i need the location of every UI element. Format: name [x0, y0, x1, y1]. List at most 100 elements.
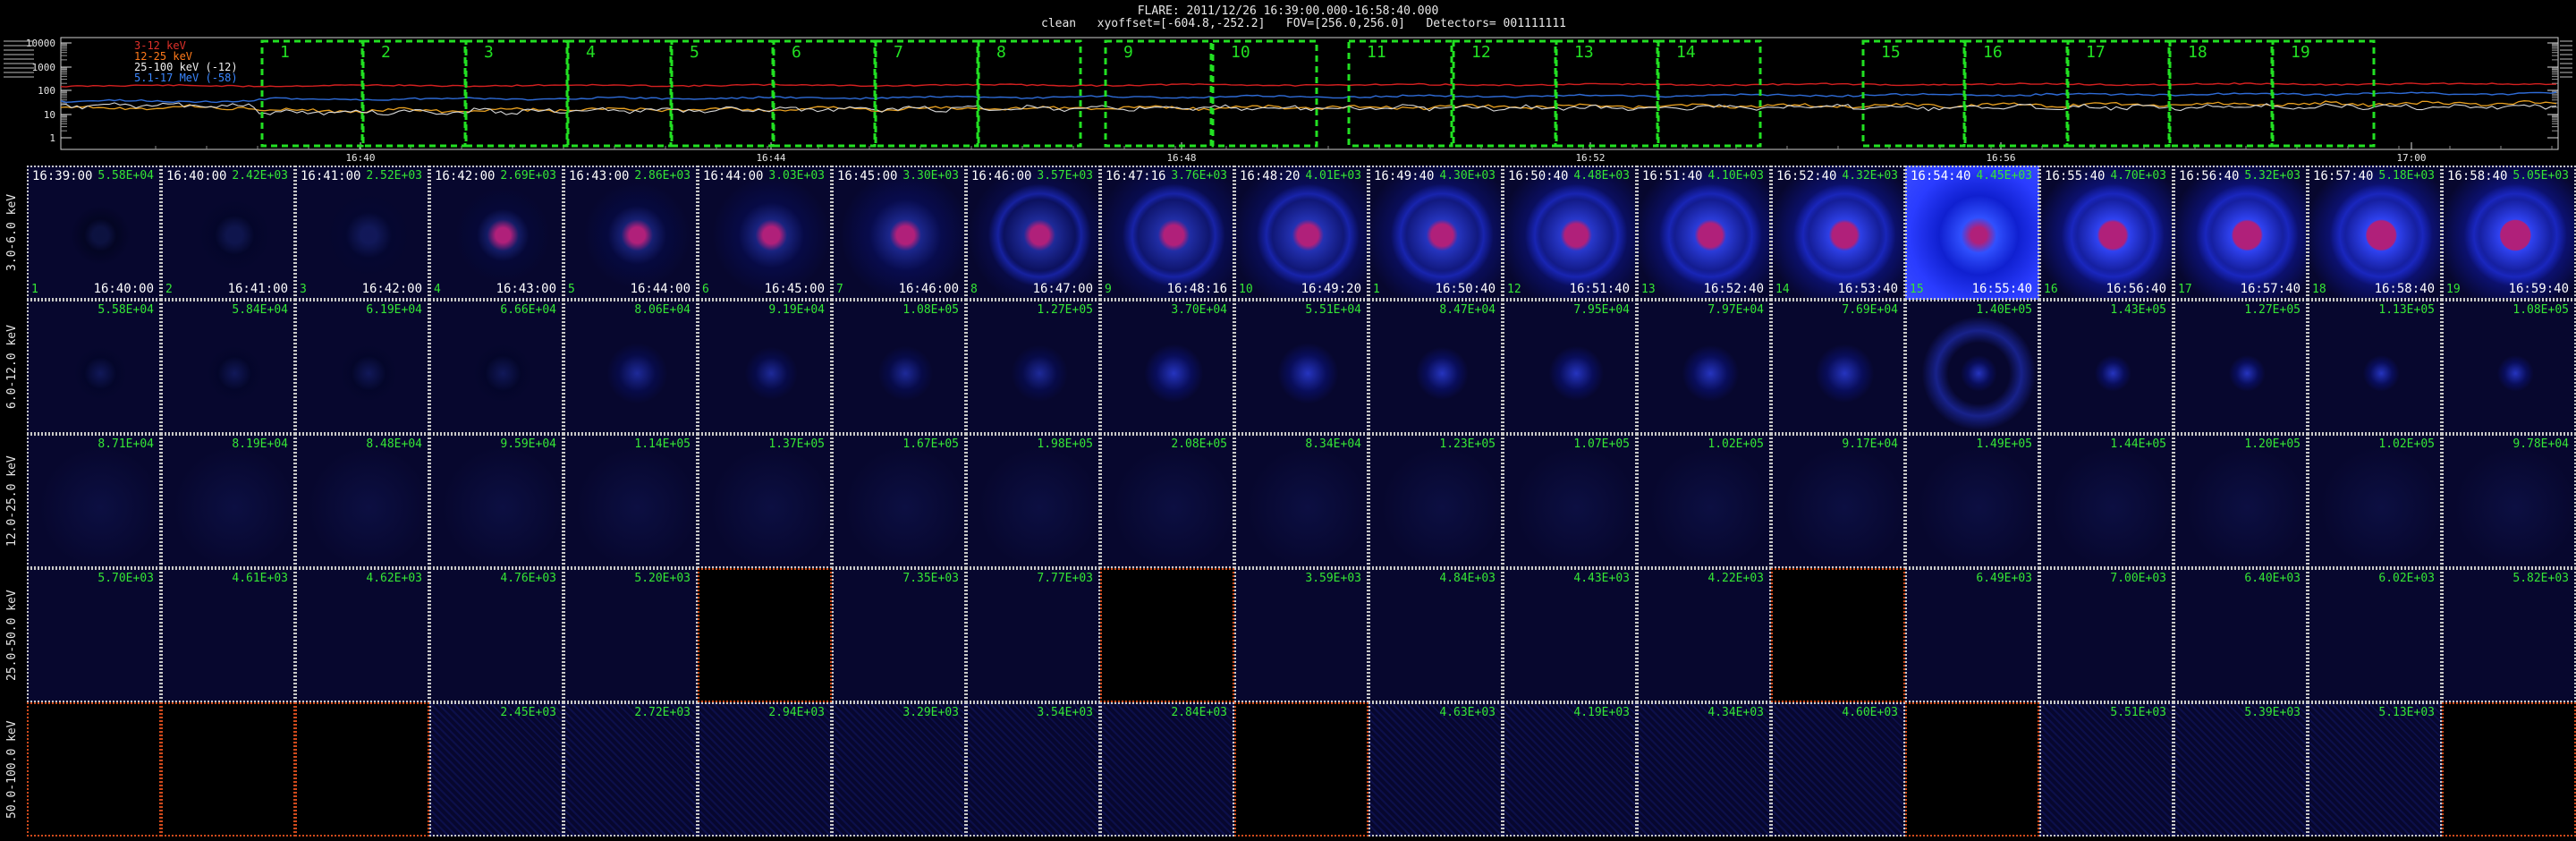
image-panel: 6.19E+04 — [295, 300, 429, 434]
panel-flux-label: 1.08E+05 — [2512, 303, 2569, 317]
panel-flux-label: 4.70E+03 — [2110, 169, 2166, 183]
panel-flux-label: 2.72E+03 — [634, 706, 691, 719]
image-panel: 1.49E+05 — [1905, 434, 2039, 568]
time-interval-box — [1104, 39, 1213, 148]
time-interval-label: 17 — [2086, 43, 2106, 62]
panel-flux-label: 4.34E+03 — [1707, 706, 1764, 719]
panel-end-time: 16:41:00 — [227, 282, 288, 296]
panel-flux-label: 4.60E+03 — [1842, 706, 1898, 719]
panel-flux-label: 6.40E+03 — [2244, 572, 2301, 585]
panel-flux-label: 8.34E+04 — [1305, 437, 1361, 451]
panel-flux-label: 3.70E+04 — [1171, 303, 1227, 317]
image-panel: 4.70E+03 16:55:40 16:56:40 16 — [2039, 166, 2174, 300]
time-interval-label: 18 — [2188, 43, 2207, 62]
image-panel: 4.62E+03 — [295, 568, 429, 702]
panel-flux-label: 6.49E+03 — [1976, 572, 2032, 585]
panel-flux-label: 1.02E+05 — [1707, 437, 1764, 451]
image-panel: 6.49E+03 — [1905, 568, 2039, 702]
image-panel: 6.02E+03 — [2308, 568, 2442, 702]
panel-flux-label: 2.94E+03 — [768, 706, 825, 719]
panel-flux-label: 1.44E+05 — [2110, 437, 2166, 451]
image-panel: 3.29E+03 — [832, 702, 966, 837]
image-panel: 5.51E+04 — [1234, 300, 1368, 434]
panel-flux-label: 4.01E+03 — [1305, 169, 1361, 183]
image-panel — [295, 702, 429, 837]
image-panel: 1.37E+05 — [698, 434, 832, 568]
panel-flux-label: 3.59E+03 — [1305, 572, 1361, 585]
image-panel: 4.32E+03 16:52:40 16:53:40 14 — [1771, 166, 1905, 300]
image-panel: 1.13E+05 — [2308, 300, 2442, 434]
x-tick-label: 16:56 — [1986, 152, 2015, 164]
panel-start-time: 16:56:40 — [2179, 169, 2240, 183]
panel-index: 1 — [1373, 283, 1380, 296]
panel-index: 5 — [568, 283, 575, 296]
panel-flux-label: 7.95E+04 — [1573, 303, 1630, 317]
time-interval-label: 4 — [586, 43, 596, 62]
panel-end-time: 16:52:40 — [1703, 282, 1764, 296]
panel-flux-label: 4.43E+03 — [1573, 572, 1630, 585]
image-panel: 4.30E+03 16:49:40 16:50:40 1 — [1368, 166, 1503, 300]
image-panel: 4.01E+03 16:48:20 16:49:20 10 — [1234, 166, 1368, 300]
panel-start-time: 16:47:16 — [1106, 169, 1166, 183]
panel-index: 14 — [1775, 283, 1790, 296]
image-panel: 1.14E+05 — [564, 434, 698, 568]
panel-flux-label: 9.59E+04 — [500, 437, 556, 451]
panel-start-time: 16:58:40 — [2447, 169, 2508, 183]
imaging-parameters: clean xyoffset=[-604.8,-252.2] FOV=[256.… — [1041, 17, 1566, 30]
image-panel: 8.34E+04 — [1234, 434, 1368, 568]
image-panel: 4.43E+03 — [1503, 568, 1637, 702]
image-panel: 3.59E+03 — [1234, 568, 1368, 702]
image-panel: 5.13E+03 — [2308, 702, 2442, 837]
panel-flux-label: 4.30E+03 — [1439, 169, 1496, 183]
panel-start-time: 16:57:40 — [2313, 169, 2374, 183]
panel-flux-label: 7.77E+03 — [1037, 572, 1093, 585]
panel-flux-label: 1.07E+05 — [1573, 437, 1630, 451]
panel-end-time: 16:55:40 — [1971, 282, 2032, 296]
image-panel — [1905, 702, 2039, 837]
energy-band-label: 50.0-100.0 keV — [5, 720, 19, 819]
image-panel: 1.02E+05 — [2308, 434, 2442, 568]
panel-flux-label: 3.57E+03 — [1037, 169, 1093, 183]
image-panel: 2.45E+03 — [429, 702, 564, 837]
image-panel: 4.34E+03 — [1637, 702, 1771, 837]
plot-header: FLARE: 2011/12/26 16:39:00.000-16:58:40.… — [0, 0, 2576, 30]
image-panel: 1.20E+05 — [2174, 434, 2308, 568]
image-panel: 1.23E+05 — [1368, 434, 1503, 568]
time-interval-label: 3 — [484, 43, 494, 62]
panel-flux-label: 5.18E+03 — [2378, 169, 2435, 183]
panel-flux-label: 4.45E+03 — [1976, 169, 2032, 183]
image-panel: 5.51E+03 — [2039, 702, 2174, 837]
panel-flux-label: 1.23E+05 — [1439, 437, 1496, 451]
panel-flux-label: 8.47E+04 — [1439, 303, 1496, 317]
panel-flux-label: 1.49E+05 — [1976, 437, 2032, 451]
x-tick-label: 16:44 — [756, 152, 785, 164]
time-interval-box — [464, 39, 569, 148]
panel-flux-label: 3.03E+03 — [768, 169, 825, 183]
image-panel: 1.43E+05 — [2039, 300, 2174, 434]
panel-end-time: 16:48:16 — [1166, 282, 1227, 296]
panel-flux-label: 5.58E+04 — [97, 169, 154, 183]
panel-flux-label: 2.42E+03 — [232, 169, 288, 183]
panel-flux-label: 5.58E+04 — [97, 303, 154, 317]
panel-start-time: 16:44:00 — [703, 169, 764, 183]
image-panel: 3.54E+03 — [966, 702, 1100, 837]
time-interval-label: 15 — [1881, 43, 1901, 62]
time-interval-label: 12 — [1471, 43, 1491, 62]
y-tick-label: 1 — [49, 132, 55, 144]
image-panel: 1.27E+05 — [966, 300, 1100, 434]
panel-end-time: 16:40:00 — [93, 282, 154, 296]
panel-flux-label: 5.51E+04 — [1305, 303, 1361, 317]
image-panel: 3.03E+03 16:44:00 16:45:00 6 — [698, 166, 832, 300]
panel-end-time: 16:43:00 — [496, 282, 556, 296]
image-panel: 5.70E+03 — [27, 568, 161, 702]
time-interval-box — [1347, 39, 1453, 148]
time-interval-box — [260, 39, 364, 148]
time-interval-box — [874, 39, 979, 148]
panel-flux-label: 4.22E+03 — [1707, 572, 1764, 585]
panel-flux-label: 1.08E+05 — [902, 303, 959, 317]
image-panel: 5.20E+03 — [564, 568, 698, 702]
panel-flux-label: 3.29E+03 — [902, 706, 959, 719]
y-tick-label: 10 — [44, 109, 55, 121]
panel-flux-label: 8.71E+04 — [97, 437, 154, 451]
energy-band-label: 25.0-50.0 keV — [5, 590, 19, 681]
